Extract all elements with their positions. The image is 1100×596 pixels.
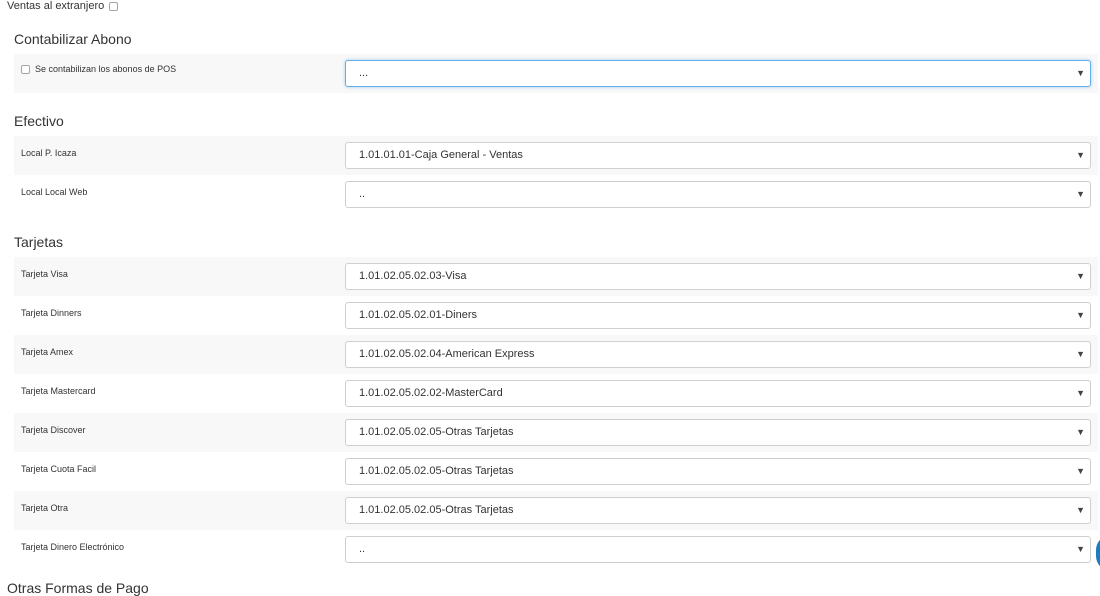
- select-value: 1.01.02.05.02.05-Otras Tarjetas: [359, 504, 514, 516]
- abono-checkbox-group: Se contabilizan los abonos de POS: [21, 64, 176, 74]
- tarjeta-row: Tarjeta Mastercard 1.01.02.05.02.02-Mast…: [14, 374, 1098, 413]
- tarjeta-account-select[interactable]: .. ▼: [345, 536, 1091, 563]
- tarjeta-account-select[interactable]: 1.01.02.05.02.01-Diners ▼: [345, 302, 1091, 329]
- select-value: 1.01.02.05.02.02-MasterCard: [359, 387, 503, 399]
- section-title-efectivo: Efectivo: [14, 113, 64, 129]
- select-value: 1.01.01.01-Caja General - Ventas: [359, 149, 523, 161]
- select-value: 1.01.02.05.02.03-Visa: [359, 270, 467, 282]
- chevron-down-icon: ▼: [1076, 544, 1085, 554]
- abono-row: Se contabilizan los abonos de POS ... ▼: [14, 54, 1098, 93]
- tarjeta-account-select[interactable]: 1.01.02.05.02.05-Otras Tarjetas ▼: [345, 419, 1091, 446]
- tarjeta-row-label: Tarjeta Discover: [21, 425, 86, 435]
- select-value: 1.01.02.05.02.05-Otras Tarjetas: [359, 426, 514, 438]
- tarjeta-account-select[interactable]: 1.01.02.05.02.05-Otras Tarjetas ▼: [345, 497, 1091, 524]
- chevron-down-icon: ▼: [1076, 349, 1085, 359]
- chevron-down-icon: ▼: [1076, 466, 1085, 476]
- section-title-otras-formas-de-pago: Otras Formas de Pago: [7, 580, 149, 596]
- tarjeta-row: Tarjeta Amex 1.01.02.05.02.04-American E…: [14, 335, 1098, 374]
- efectivo-row: Local Local Web .. ▼: [14, 175, 1098, 214]
- chevron-down-icon: ▼: [1076, 150, 1085, 160]
- tarjeta-row-label: Tarjeta Cuota Facil: [21, 464, 97, 474]
- tarjeta-row: Tarjeta Visa 1.01.02.05.02.03-Visa ▼: [14, 257, 1098, 296]
- tarjeta-row-label: Tarjeta Amex: [21, 347, 74, 357]
- tarjeta-row: Tarjeta Otra 1.01.02.05.02.05-Otras Tarj…: [14, 491, 1098, 530]
- foreign-sales-row: Ventas al extranjero: [7, 0, 119, 12]
- tarjeta-account-select[interactable]: 1.01.02.05.02.05-Otras Tarjetas ▼: [345, 458, 1091, 485]
- tarjeta-row: Tarjeta Dinners 1.01.02.05.02.01-Diners …: [14, 296, 1098, 335]
- tarjeta-row: Tarjeta Discover 1.01.02.05.02.05-Otras …: [14, 413, 1098, 452]
- tarjeta-row-label: Tarjeta Mastercard: [21, 386, 96, 396]
- foreign-sales-label: Ventas al extranjero: [7, 0, 105, 12]
- select-value: ..: [359, 543, 366, 555]
- abono-select-value: ...: [359, 67, 369, 79]
- section-title-tarjetas: Tarjetas: [14, 234, 64, 250]
- efectivo-row-label: Local P. Icaza: [21, 148, 77, 158]
- abono-checkbox[interactable]: [21, 64, 30, 74]
- tarjeta-row-label: Tarjeta Dinero Electrónico: [21, 542, 125, 552]
- efectivo-account-select[interactable]: .. ▼: [345, 181, 1091, 208]
- select-value: ..: [359, 188, 366, 200]
- tarjeta-row-label: Tarjeta Otra: [21, 503, 69, 513]
- efectivo-account-select[interactable]: 1.01.01.01-Caja General - Ventas ▼: [345, 142, 1091, 169]
- select-value: 1.01.02.05.02.05-Otras Tarjetas: [359, 465, 514, 477]
- select-value: 1.01.02.05.02.04-American Express: [359, 348, 535, 360]
- chevron-down-icon: ▼: [1076, 388, 1085, 398]
- efectivo-row-label: Local Local Web: [21, 187, 88, 197]
- foreign-sales-checkbox[interactable]: [109, 1, 119, 11]
- abono-account-select[interactable]: ... ▼: [345, 60, 1091, 87]
- chevron-down-icon: ▼: [1076, 189, 1085, 199]
- tarjeta-row: Tarjeta Dinero Electrónico .. ▼: [14, 530, 1098, 569]
- tarjeta-account-select[interactable]: 1.01.02.05.02.03-Visa ▼: [345, 263, 1091, 290]
- chevron-down-icon: ▼: [1076, 68, 1085, 78]
- tarjeta-row-label: Tarjeta Visa: [21, 269, 68, 279]
- chevron-down-icon: ▼: [1076, 271, 1085, 281]
- tarjeta-row-label: Tarjeta Dinners: [21, 308, 82, 318]
- tarjeta-account-select[interactable]: 1.01.02.05.02.04-American Express ▼: [345, 341, 1091, 368]
- select-value: 1.01.02.05.02.01-Diners: [359, 309, 478, 321]
- tarjeta-account-select[interactable]: 1.01.02.05.02.02-MasterCard ▼: [345, 380, 1091, 407]
- chevron-down-icon: ▼: [1076, 310, 1085, 320]
- tarjeta-row: Tarjeta Cuota Facil 1.01.02.05.02.05-Otr…: [14, 452, 1098, 491]
- section-title-abono: Contabilizar Abono: [14, 31, 132, 47]
- abono-checkbox-label: Se contabilizan los abonos de POS: [35, 64, 177, 74]
- chevron-down-icon: ▼: [1076, 505, 1085, 515]
- chevron-down-icon: ▼: [1076, 427, 1085, 437]
- efectivo-row: Local P. Icaza 1.01.01.01-Caja General -…: [14, 136, 1098, 175]
